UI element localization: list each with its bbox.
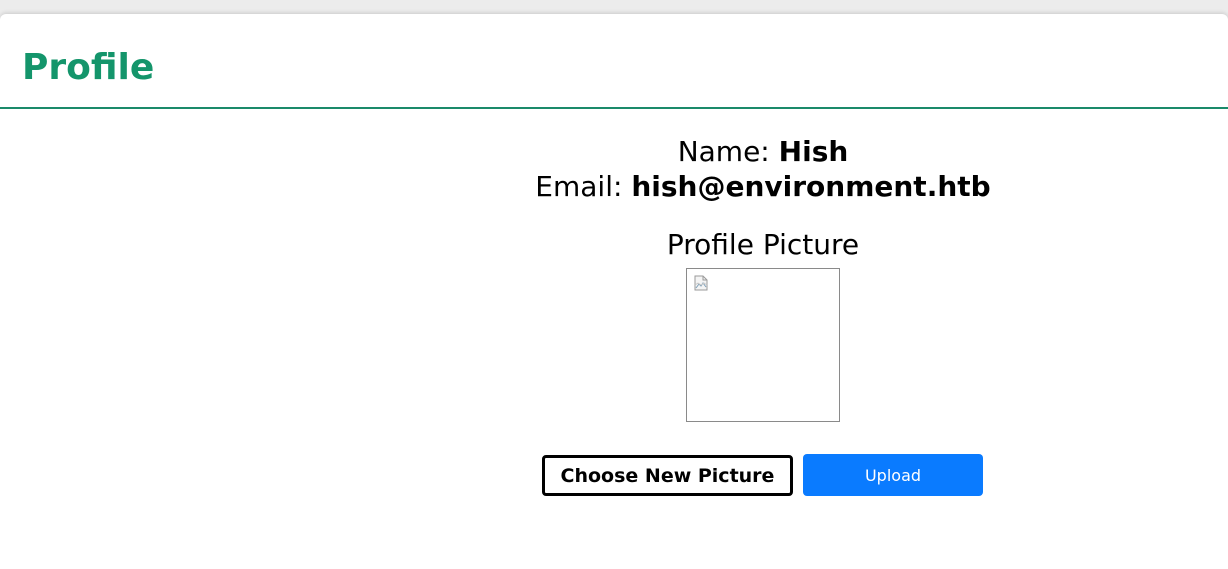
email-line: Email: hish@environment.htb (0, 169, 1228, 204)
email-label: Email: (535, 170, 623, 203)
profile-card: Profile Name: Hish Email: hish@environme… (0, 14, 1228, 569)
email-value: hish@environment.htb (631, 170, 991, 203)
profile-info: Name: Hish Email: hish@environment.htb (0, 134, 1228, 204)
profile-picture (686, 268, 840, 422)
name-label: Name: (677, 135, 770, 168)
page-header: Profile (0, 14, 1228, 109)
upload-button[interactable]: Upload (803, 454, 983, 496)
broken-image-icon (694, 275, 708, 291)
page-title: Profile (22, 47, 155, 88)
name-line: Name: Hish (0, 134, 1228, 169)
name-value: Hish (778, 135, 849, 168)
choose-new-picture-button[interactable]: Choose New Picture (542, 455, 793, 496)
profile-picture-title: Profile Picture (666, 228, 860, 261)
